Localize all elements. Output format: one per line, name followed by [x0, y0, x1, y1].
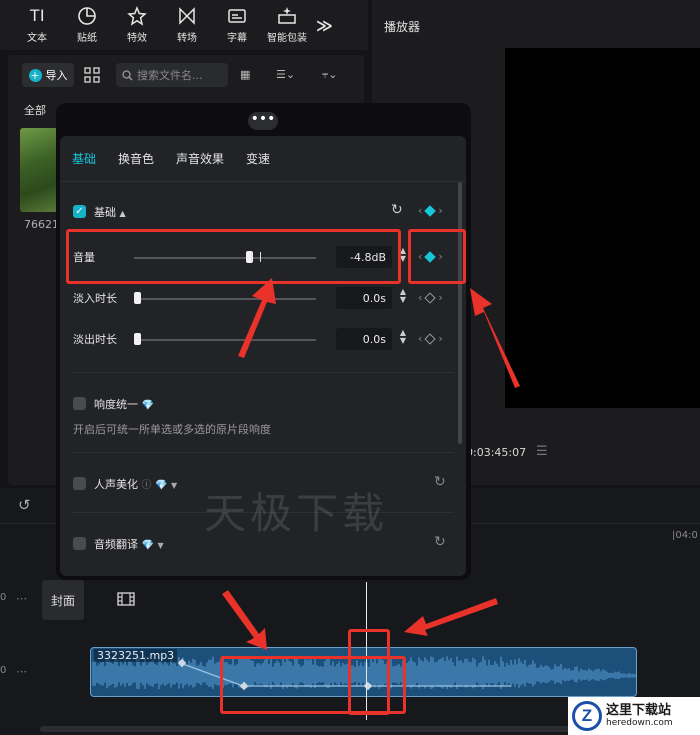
site-logo: Z 这里下载站 heredown.com [568, 697, 700, 735]
annotation-arrows [222, 278, 520, 650]
red-arrow-icon [222, 278, 520, 650]
logo-mark: Z [572, 701, 602, 731]
logo-text-en: heredown.com [606, 718, 673, 728]
logo-text-cn: 这里下载站 [606, 703, 672, 718]
